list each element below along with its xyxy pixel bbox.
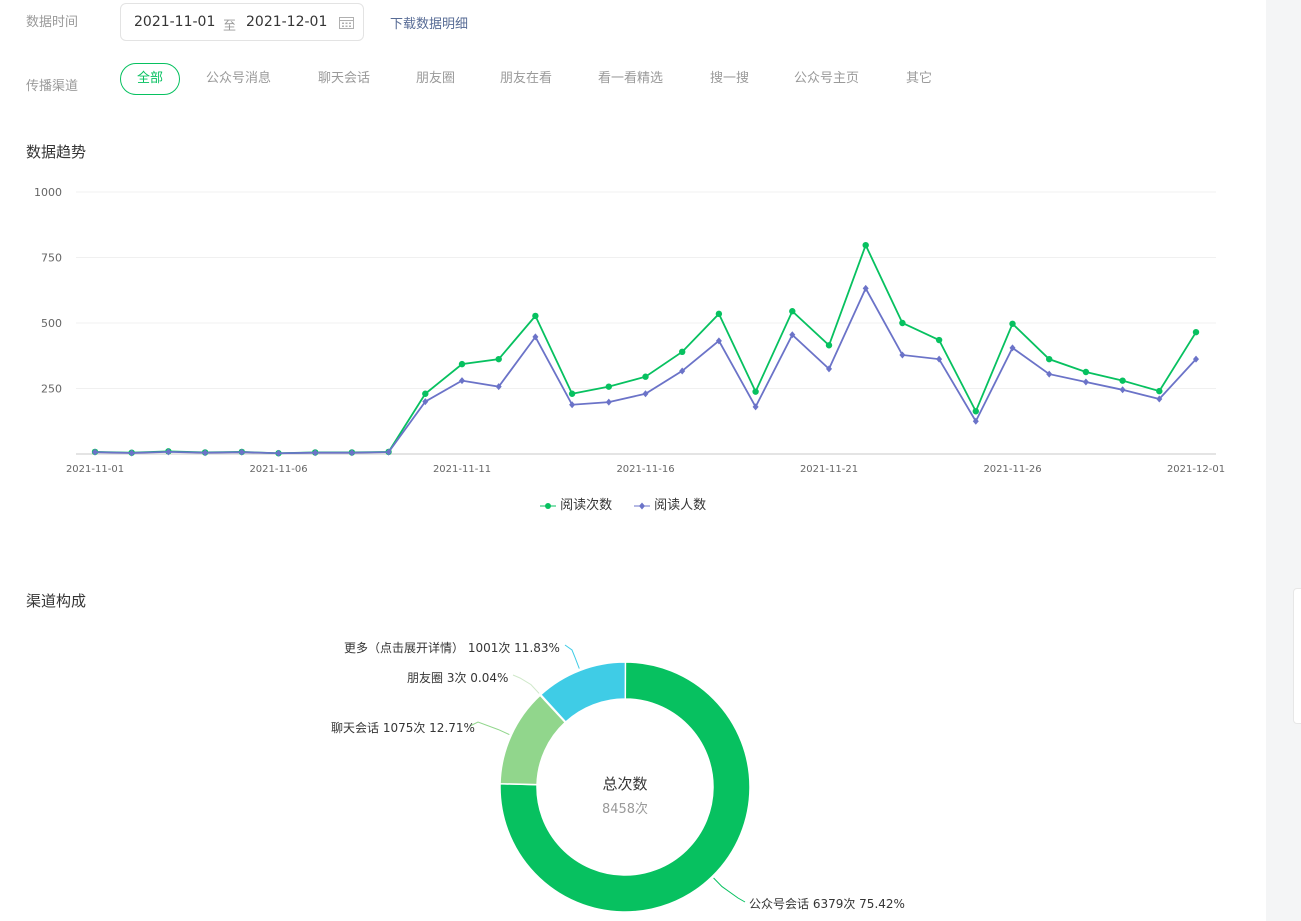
leader-line bbox=[469, 721, 510, 736]
leader-line bbox=[564, 644, 580, 669]
slice-label-chat: 聊天会话 1075次 12.71% bbox=[331, 721, 475, 735]
donut-center: 总次数 8458次 bbox=[575, 773, 675, 817]
slice-label-more[interactable]: 更多（点击展开详情） 1001次 11.83% bbox=[344, 639, 560, 656]
leader-line bbox=[713, 877, 746, 903]
slice-label-moments: 朋友圈 3次 0.04% bbox=[407, 671, 509, 685]
slice-label-official-chat: 公众号会话 6379次 75.42% bbox=[749, 897, 905, 911]
donut-center-value: 8458次 bbox=[601, 802, 649, 817]
donut-center-title: 总次数 bbox=[602, 775, 648, 793]
leader-line bbox=[512, 674, 540, 694]
